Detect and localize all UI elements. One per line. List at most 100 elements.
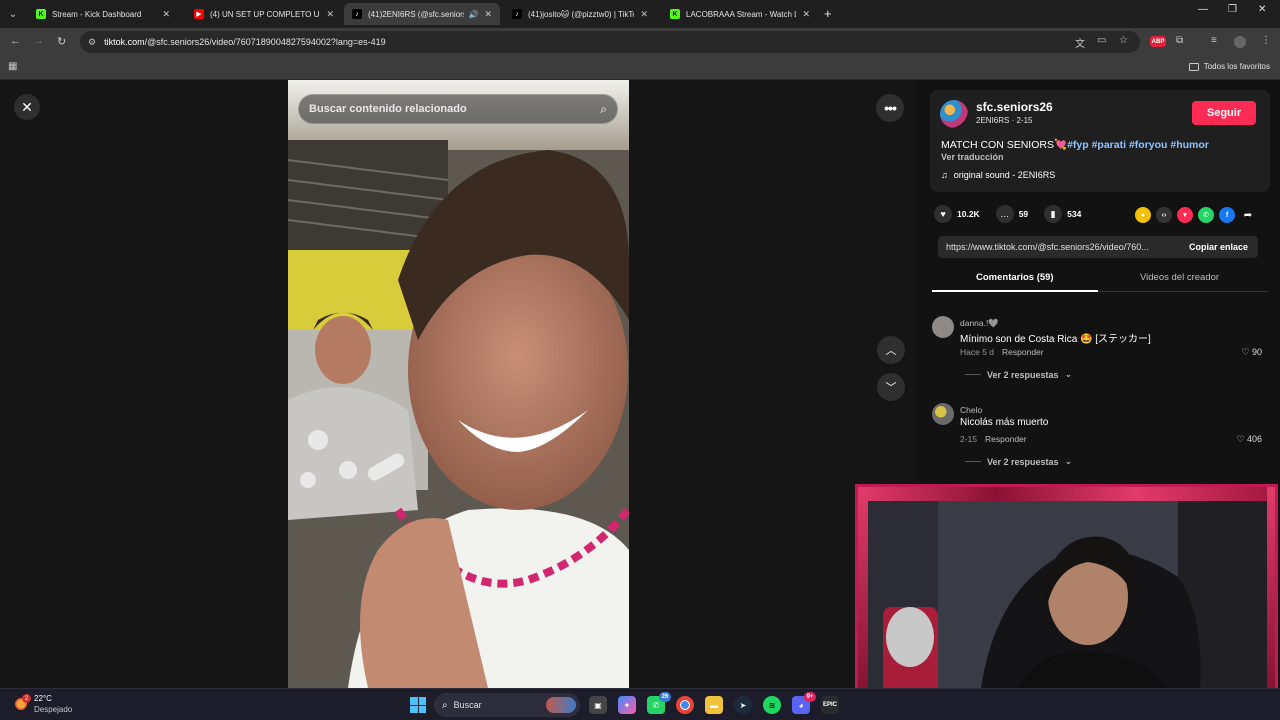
hashtag-link[interactable]: #humor [1170, 139, 1209, 151]
close-tab-icon[interactable]: ✕ [162, 9, 170, 20]
send-friends-icon[interactable]: ▼ [1177, 207, 1193, 223]
tab-tiktok-active[interactable]: ♪ (41)2ENI6RS (@sfc.seniors2 🔊 ✕ [344, 3, 500, 25]
file-explorer-icon[interactable]: ▬ [705, 696, 723, 714]
url-domain: tiktok.com [104, 37, 145, 47]
tab-search-chevron-icon[interactable]: ⌄ [4, 5, 22, 23]
comment-button[interactable]: … 59 [995, 205, 1028, 223]
spotify-icon[interactable]: ≋ [763, 696, 781, 714]
bookmark-star-icon[interactable]: ☆ [1119, 35, 1128, 46]
like-button[interactable]: ♥ 10.2K [934, 205, 980, 223]
whatsapp-badge: 26 [659, 692, 671, 702]
copy-link-button[interactable]: Copiar enlace [1179, 242, 1258, 252]
reply-button[interactable]: Responder [985, 434, 1027, 444]
close-tab-icon[interactable]: ✕ [326, 9, 334, 20]
commenter-name[interactable]: Chelo [960, 405, 982, 415]
forward-arrow-icon[interactable]: → [33, 35, 44, 47]
tab-creator-videos[interactable]: Videos del creador [1140, 272, 1219, 283]
comment-like-button[interactable]: ♡ 406 [1236, 434, 1262, 445]
chrome-icon[interactable] [676, 696, 694, 714]
comment-text: Nicolás más muerto [960, 417, 1049, 428]
cast-icon[interactable]: ▭ [1097, 35, 1106, 46]
tab-kick-lacobraaa[interactable]: K LACOBRAAA Stream - Watch Li ✕ [662, 3, 818, 25]
close-video-button[interactable]: ✕ [14, 94, 40, 120]
related-search-input[interactable]: Buscar contenido relacionado ⌕ [298, 94, 618, 124]
speaker-icon[interactable]: 🔊 [468, 10, 478, 19]
kick-icon: K [670, 9, 680, 19]
see-translation-link[interactable]: Ver traducción [941, 152, 1004, 162]
app-arrow-icon[interactable]: ➤ [734, 696, 752, 714]
next-video-button[interactable]: ﹀ [877, 373, 905, 401]
view-replies-button[interactable]: Ver 2 respuestas ⌄ [965, 456, 1072, 467]
comment-item: Chelo Nicolás más muerto 2-15 Responder ♡… [932, 403, 1272, 473]
task-view-icon[interactable]: ▣ [589, 696, 607, 714]
close-tab-icon[interactable]: ✕ [802, 9, 810, 20]
windows-taskbar: 2 22°C Despejado ⌕ Buscar ▣ ✦ ✆ 26 ▬ ➤ ≋ … [0, 688, 1280, 720]
hashtag-link[interactable]: #parati [1092, 139, 1126, 151]
reply-button[interactable]: Responder [1002, 347, 1044, 357]
reading-list-icon[interactable]: ≡ [1211, 35, 1217, 46]
whatsapp-icon[interactable]: ✆ [1198, 207, 1214, 223]
video-frame[interactable] [288, 80, 629, 688]
epic-games-icon[interactable]: EPIC [821, 696, 839, 714]
menu-dots-icon[interactable]: ⋮ [1261, 35, 1271, 46]
chevron-down-icon: ⌄ [1064, 369, 1073, 379]
all-bookmarks-button[interactable]: Todos los favoritos [1188, 62, 1270, 71]
follow-button[interactable]: Seguir [1192, 101, 1256, 125]
video-link-field[interactable]: https://www.tiktok.com/@sfc.seniors26/vi… [938, 242, 1179, 252]
more-options-button[interactable]: ••• [876, 94, 904, 122]
maximize-icon[interactable]: ❐ [1228, 4, 1237, 15]
creator-username[interactable]: sfc.seniors26 [976, 100, 1053, 114]
share-arrow-icon[interactable]: ➦ [1240, 207, 1256, 223]
site-info-icon[interactable]: ⚙ [88, 37, 96, 48]
comment-item: danna.!🩶 Mínimo son de Costa Rica 🤩 [ステッ… [932, 316, 1272, 386]
search-icon[interactable]: ⌕ [600, 102, 607, 117]
embed-code-icon[interactable]: ‹› [1156, 207, 1172, 223]
commenter-avatar[interactable] [932, 403, 954, 425]
new-tab-button[interactable]: + [824, 6, 832, 21]
video-image [288, 80, 629, 688]
close-window-icon[interactable]: ✕ [1258, 4, 1266, 15]
sound-link[interactable]: ♫ original sound - 2ENI6RS [941, 170, 1055, 180]
post-info-card: sfc.seniors26 2ENI6RS · 2-15 Seguir MATC… [930, 90, 1270, 192]
save-button[interactable]: ▮ 534 [1044, 205, 1081, 223]
address-bar[interactable]: ⚙ tiktok.com/@sfc.seniors26/video/760718… [80, 31, 1140, 53]
search-icon: ⌕ [442, 699, 448, 711]
creator-avatar[interactable] [940, 100, 968, 128]
copilot-icon[interactable]: ✦ [618, 696, 636, 714]
tiktok-icon: ♪ [512, 9, 522, 19]
share-icons: ● ‹› ▼ ✆ f ➦ [1135, 207, 1256, 223]
tab-comments[interactable]: Comentarios (59) [976, 272, 1054, 283]
close-tab-icon[interactable]: ✕ [640, 9, 648, 20]
post-caption: MATCH CON SENIORS💘#fyp #parati #foryou #… [941, 139, 1209, 151]
facebook-icon[interactable]: f [1219, 207, 1235, 223]
bookmark-icon: ▮ [1044, 205, 1063, 223]
commenter-name[interactable]: danna.!🩶 [960, 318, 999, 329]
whatsapp-icon[interactable]: ✆ 26 [647, 692, 671, 714]
tab-youtube[interactable]: ▶ (4) UN SET UP COMPLETO UN ✕ [186, 3, 342, 25]
close-icon: ✕ [21, 98, 33, 115]
tab-kick-dashboard[interactable]: K Stream - Kick Dashboard ✕ [28, 3, 178, 25]
windows-start-icon[interactable] [410, 697, 426, 713]
discord-icon[interactable]: ◕ 9+ [792, 692, 816, 714]
minimize-icon[interactable]: — [1198, 4, 1208, 15]
hashtag-link[interactable]: #fyp [1067, 139, 1089, 151]
previous-video-button[interactable]: ︿ [877, 336, 905, 364]
translate-icon[interactable]: 文 [1075, 35, 1085, 50]
tab-tiktok-josito[interactable]: ♪ (41)josito🐱 (@pizztw0) | TikTo ✕ [504, 3, 656, 25]
reload-icon[interactable]: ↻ [57, 35, 66, 48]
adblock-extension-icon[interactable]: ABP [1150, 36, 1166, 47]
chevron-up-icon: ︿ [885, 345, 897, 357]
back-arrow-icon[interactable]: ← [10, 35, 21, 47]
commenter-avatar[interactable] [932, 316, 954, 338]
weather-widget[interactable]: 2 22°C Despejado [14, 693, 72, 715]
weather-condition: Despejado [34, 705, 73, 714]
extensions-puzzle-icon[interactable]: ⧉ [1176, 35, 1183, 46]
hashtag-link[interactable]: #foryou [1129, 139, 1168, 151]
profile-avatar[interactable] [1234, 36, 1246, 48]
comment-like-button[interactable]: ♡ 90 [1241, 347, 1262, 358]
view-replies-button[interactable]: Ver 2 respuestas ⌄ [965, 369, 1072, 380]
close-tab-icon[interactable]: ✕ [484, 9, 492, 20]
coin-gift-icon[interactable]: ● [1135, 207, 1151, 223]
taskbar-search[interactable]: ⌕ Buscar [434, 693, 580, 717]
apps-grid-icon[interactable]: ▦ [8, 61, 17, 72]
